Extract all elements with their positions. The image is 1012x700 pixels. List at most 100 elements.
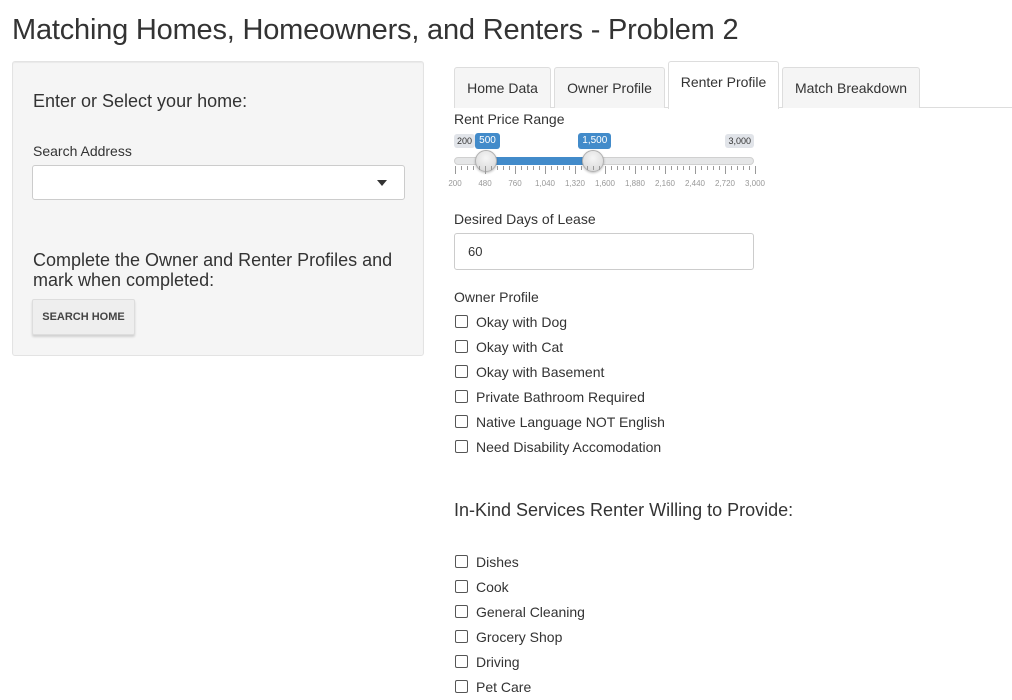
slider-tick [545,166,546,174]
page-title: Matching Homes, Homeowners, and Renters … [12,14,739,46]
slider-tick [635,166,636,174]
checkbox[interactable] [455,365,468,378]
slider-tick-label: 200 [448,179,462,188]
slider-tick [629,166,630,170]
checkbox[interactable] [455,630,468,643]
slider-tick [497,166,498,170]
owner-profile-option-label: Okay with Basement [476,363,605,380]
slider-tick [731,166,732,170]
slider-tick-label: 1,600 [594,179,616,188]
slider-tick [647,166,648,170]
service-option-label: Dishes [476,553,519,570]
tab-home-data[interactable]: Home Data [454,67,551,108]
slider-tick-label: 1,880 [624,179,646,188]
slider-tick-label: 1,320 [564,179,586,188]
tab-renter-profile[interactable]: Renter Profile [668,61,779,109]
slider-tick [617,166,618,170]
slider-tick [515,166,516,174]
slider-max-label: 3,000 [725,134,754,148]
checkbox[interactable] [455,555,468,568]
slider-tick [575,166,576,174]
slider-tick [593,166,594,170]
slider-tick [659,166,660,170]
search-address-label: Search Address [33,143,132,159]
slider-tick-label: 760 [508,179,522,188]
lease-days-input[interactable]: 60 [454,233,754,270]
checkbox[interactable] [455,415,468,428]
service-option[interactable]: General Cleaning [454,599,585,624]
slider-tick [743,166,744,170]
rent-range-label: Rent Price Range [454,111,565,127]
slider-tick [527,166,528,170]
slider-tick [737,166,738,170]
slider-tick [569,166,570,170]
slider-high-value: 1,500 [578,133,612,149]
slider-tick [533,166,534,170]
slider-tick [653,166,654,170]
slider-tick [695,166,696,174]
checkbox[interactable] [455,440,468,453]
slider-tick [671,166,672,170]
slider-tick [491,166,492,170]
service-option-label: General Cleaning [476,603,585,620]
slider-tick [581,166,582,170]
slider-tick [473,166,474,170]
slider-ticks [454,166,756,180]
owner-profile-option[interactable]: Okay with Basement [454,359,665,384]
checkbox[interactable] [455,605,468,618]
service-option-label: Cook [476,578,509,595]
slider-tick [599,166,600,170]
slider-min-label: 200 [454,134,476,148]
slider-tick [461,166,462,170]
slider-tick [539,166,540,170]
tab-match-breakdown[interactable]: Match Breakdown [782,67,920,108]
search-home-button[interactable]: SEARCH HOME [32,299,135,335]
slider-tick [467,166,468,170]
checkbox[interactable] [455,680,468,693]
select-home-heading: Enter or Select your home: [33,91,248,111]
checkbox[interactable] [455,315,468,328]
owner-profile-option[interactable]: Need Disability Accomodation [454,434,665,459]
slider-tick [689,166,690,170]
slider-selected-range [486,157,594,165]
slider-tick [587,166,588,170]
owner-profile-option-label: Okay with Cat [476,338,564,355]
service-option[interactable]: Cook [454,574,585,599]
slider-tick [551,166,552,170]
owner-profile-option-label: Okay with Dog [476,313,568,330]
slider-tick [563,166,564,170]
tab-owner-profile[interactable]: Owner Profile [554,67,665,108]
slider-tick [677,166,678,170]
checkbox[interactable] [455,340,468,353]
slider-tick [503,166,504,170]
slider-tick [557,166,558,170]
owner-profile-option[interactable]: Native Language NOT English [454,409,665,434]
slider-tick-label: 2,160 [654,179,676,188]
slider-tick [749,166,750,170]
slider-tick [683,166,684,170]
service-option-label: Grocery Shop [476,628,563,645]
profiles-instructions: Complete the Owner and Renter Profiles a… [33,250,393,290]
owner-profile-option[interactable]: Okay with Cat [454,334,665,359]
slider-tick [719,166,720,170]
slider-tick [509,166,510,170]
search-address-select[interactable] [32,165,405,200]
slider-tick [611,166,612,170]
checkbox[interactable] [455,390,468,403]
owner-profile-option[interactable]: Private Bathroom Required [454,384,665,409]
sidebar-panel: Enter or Select your home: Search Addres… [12,61,424,356]
owner-profile-option[interactable]: Okay with Dog [454,309,665,334]
checkbox[interactable] [455,655,468,668]
slider-tick-label: 480 [478,179,492,188]
checkbox[interactable] [455,580,468,593]
service-option[interactable]: Grocery Shop [454,624,585,649]
service-option[interactable]: Driving [454,649,585,674]
service-option[interactable]: Dishes [454,549,585,574]
caret-down-icon [377,180,387,186]
slider-tick [479,166,480,170]
slider-tick [725,166,726,174]
slider-tick [623,166,624,170]
slider-tick [485,166,486,174]
service-option[interactable]: Pet Care [454,674,585,699]
rent-range-slider[interactable]: 200 3,000 500 1,500 200 480 760 1,040 1,320 1… [448,132,765,192]
